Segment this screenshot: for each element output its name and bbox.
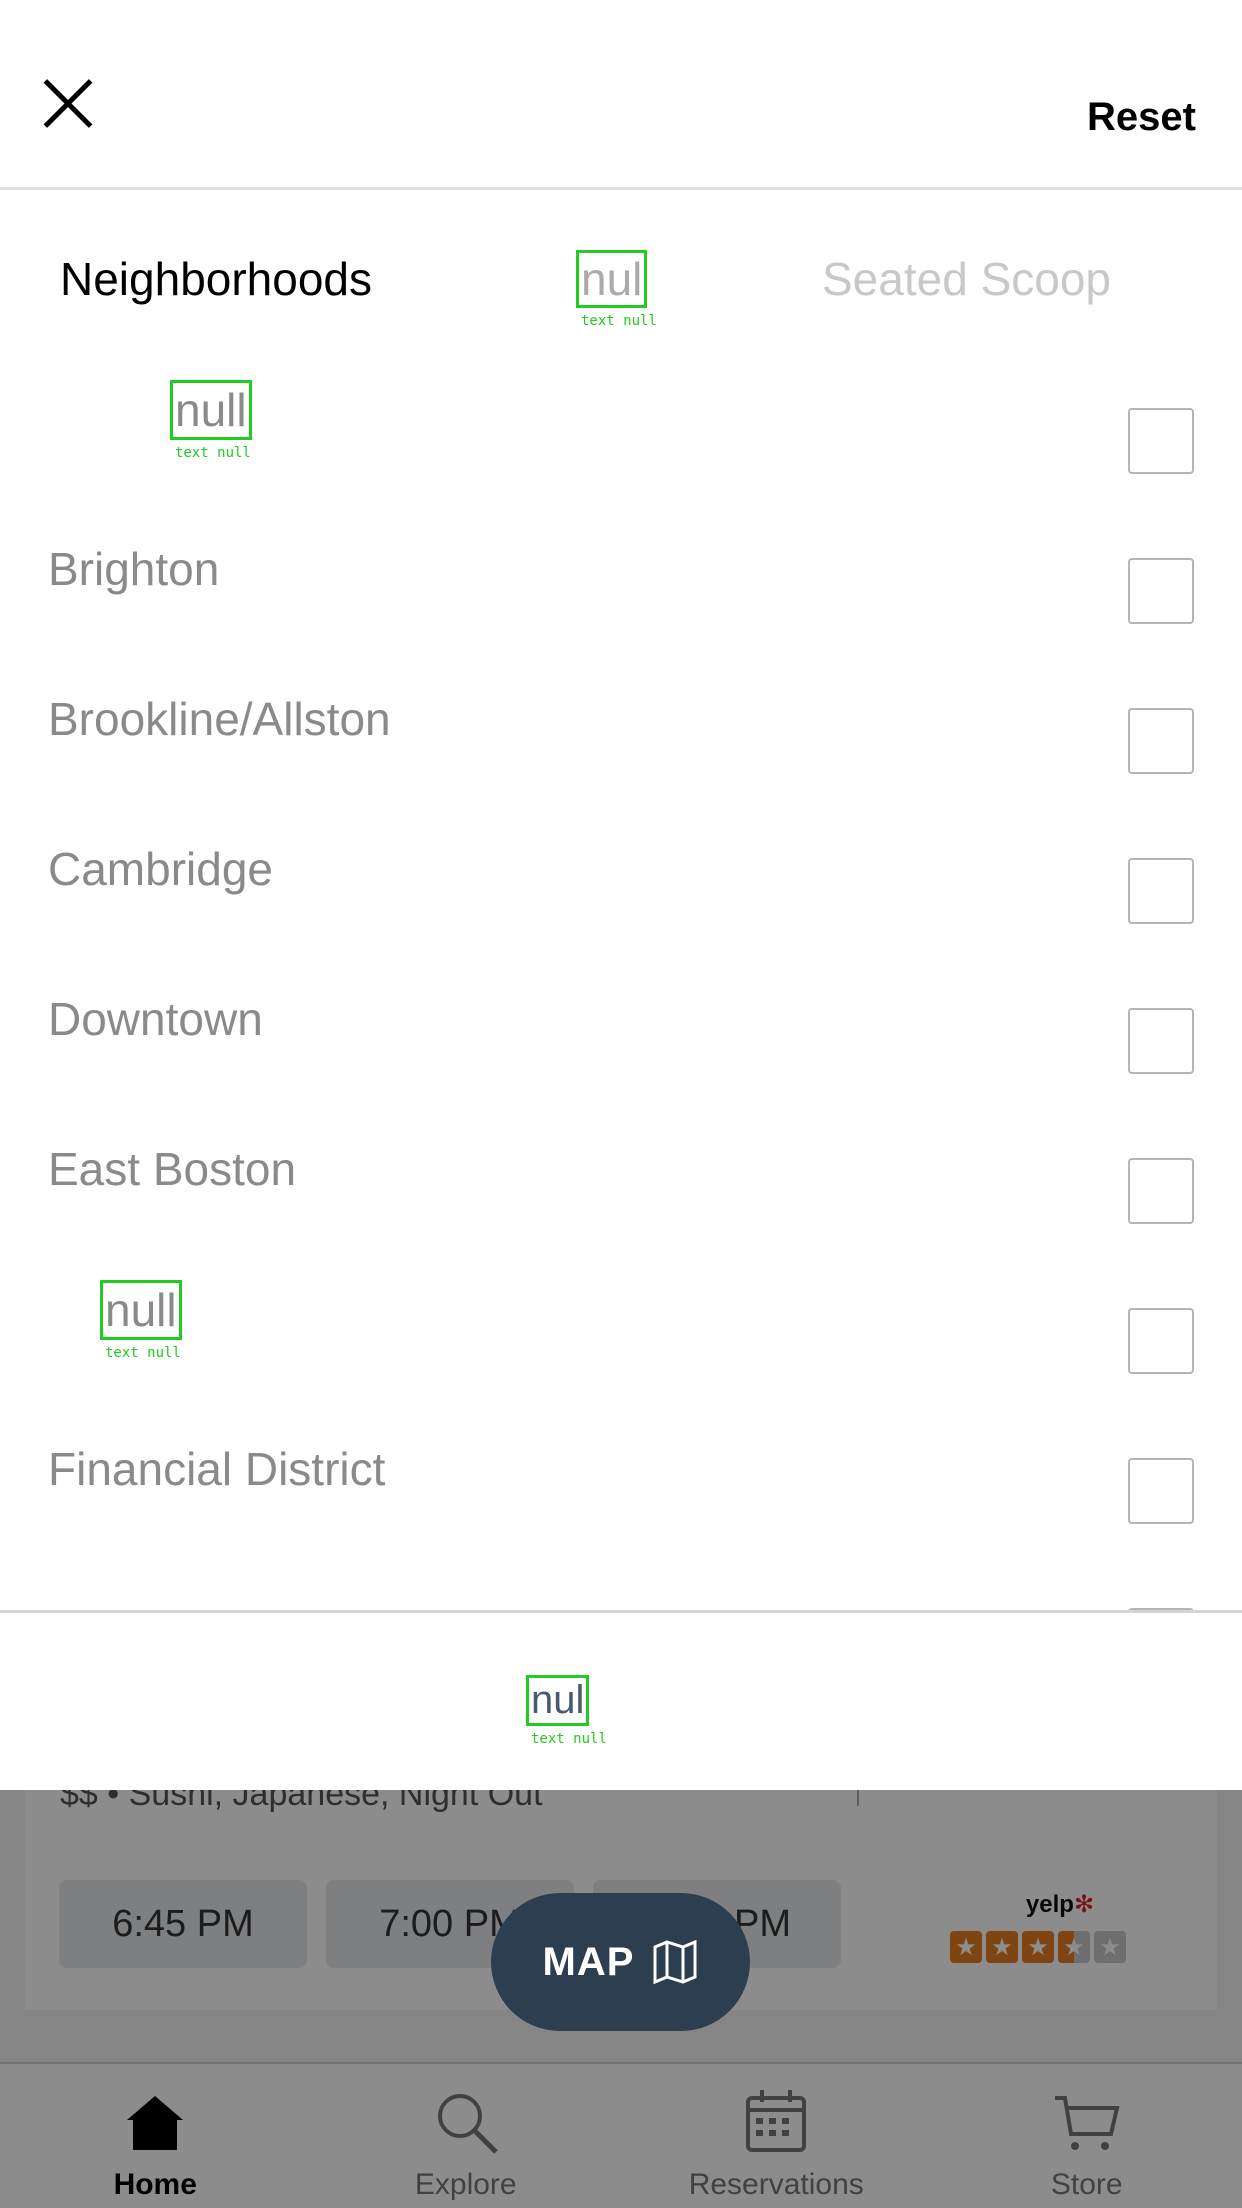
list-item-label: Financial District (48, 1443, 386, 1495)
tab-null[interactable]: nul text null (576, 250, 657, 329)
list-item-label: Cambridge (48, 843, 273, 895)
list-item[interactable]: Cambridge (0, 800, 1242, 950)
list-item[interactable]: Financial District (0, 1400, 1242, 1550)
annotation-tag: text null (175, 445, 251, 461)
list-item[interactable]: null text null (0, 350, 1242, 500)
list-item[interactable]: Brookline/Allston (0, 650, 1242, 800)
map-button-label: MAP (542, 1939, 635, 1984)
sheet-header: Reset (0, 0, 1242, 190)
tab-seated-scoop[interactable]: Seated Scoop (822, 252, 1111, 306)
checkbox[interactable] (1128, 558, 1194, 624)
list-item-label: Brighton (48, 543, 220, 595)
neighborhood-list: null text null Brighton Brookline/Allsto… (0, 350, 1242, 1610)
list-item[interactable]: null text null (0, 1250, 1242, 1400)
list-item[interactable]: Brighton (0, 500, 1242, 650)
sheet-footer[interactable]: nul text null (0, 1610, 1242, 1790)
map-icon (653, 1939, 697, 1985)
checkbox[interactable] (1128, 708, 1194, 774)
list-item-label: Downtown (48, 993, 263, 1045)
close-icon[interactable] (40, 75, 96, 131)
map-button[interactable]: MAP (491, 1893, 750, 2031)
annotation-tag: text null (581, 313, 657, 329)
tab-neighborhoods[interactable]: Neighborhoods (60, 252, 372, 306)
list-item-label: null text null (170, 380, 252, 461)
reset-button[interactable]: Reset (1087, 95, 1196, 140)
annotation-tag: text null (531, 1731, 607, 1747)
tab-null-label: nul (581, 253, 643, 305)
checkbox[interactable] (1128, 1308, 1194, 1374)
filter-sheet: Reset Neighborhoods nul text null Seated… (0, 0, 1242, 1790)
apply-button[interactable]: nul text null (526, 1675, 607, 1747)
checkbox[interactable] (1128, 1458, 1194, 1524)
checkbox[interactable] (1128, 1158, 1194, 1224)
filter-tabs: Neighborhoods nul text null Seated Scoop (0, 240, 1242, 329)
list-item-label: null text null (100, 1280, 182, 1361)
checkbox[interactable] (1128, 408, 1194, 474)
list-item[interactable] (0, 1550, 1242, 1610)
annotation-tag: text null (105, 1345, 181, 1361)
list-item[interactable]: Downtown (0, 950, 1242, 1100)
apply-button-label: nul (531, 1678, 585, 1722)
checkbox[interactable] (1128, 1008, 1194, 1074)
checkbox[interactable] (1128, 858, 1194, 924)
list-item-label: East Boston (48, 1143, 297, 1195)
list-item[interactable]: East Boston (0, 1100, 1242, 1250)
list-item-label: Brookline/Allston (48, 693, 391, 745)
